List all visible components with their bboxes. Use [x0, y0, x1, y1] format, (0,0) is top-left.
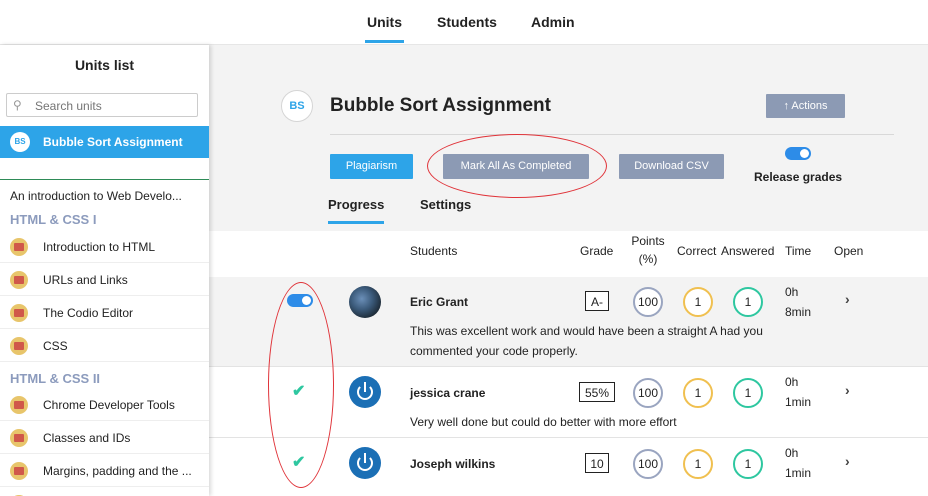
chevron-right-icon[interactable]: ›: [845, 382, 850, 398]
search-box[interactable]: ⚲: [6, 93, 198, 117]
sidebar-item-label: CSS: [43, 339, 68, 353]
top-navigation: Units Students Admin: [0, 0, 928, 45]
correct-circle: 1: [683, 449, 713, 479]
unit-badge: BS: [10, 132, 30, 152]
points-unit-label: (%): [638, 252, 658, 266]
correct-circle: 1: [683, 287, 713, 317]
search-units-input[interactable]: [33, 96, 197, 116]
sidebar-item-label: Introduction to HTML: [43, 240, 156, 254]
answered-circle: 1: [733, 287, 763, 317]
column-header-points: Points (%): [628, 234, 668, 266]
completed-toggle[interactable]: [287, 294, 313, 307]
correct-circle: 1: [683, 378, 713, 408]
unit-icon: [10, 238, 28, 256]
check-icon[interactable]: ✔: [292, 452, 305, 472]
avatar: [349, 286, 381, 318]
student-name: Joseph wilkins: [410, 457, 496, 471]
column-header-answered: Answered: [721, 244, 775, 258]
chevron-right-icon[interactable]: ›: [845, 291, 850, 307]
tab-admin[interactable]: Admin: [531, 14, 575, 30]
time-spent: 0h 8min: [785, 282, 811, 322]
table-row: [209, 438, 928, 496]
plagiarism-button[interactable]: Plagiarism: [330, 154, 413, 179]
time-spent: 0h 1min: [785, 372, 811, 412]
points-circle: 100: [633, 449, 663, 479]
tab-progress[interactable]: Progress: [328, 197, 385, 224]
avatar: [349, 376, 381, 408]
time-spent: 0h 1min: [785, 443, 811, 483]
time-hours: 0h: [785, 446, 799, 460]
time-hours: 0h: [785, 285, 799, 299]
sidebar-item-label: Chrome Developer Tools: [43, 398, 175, 412]
answered-circle: 1: [733, 449, 763, 479]
sidebar-item-label: URLs and Links: [43, 273, 128, 287]
unit-icon: [10, 337, 28, 355]
time-minutes: 1min: [785, 395, 812, 409]
sidebar-item-unit[interactable]: URLs and Links: [0, 264, 209, 296]
grade-field[interactable]: 10: [585, 453, 609, 473]
page-title: Bubble Sort Assignment: [330, 95, 551, 116]
sidebar-item-unit[interactable]: Classes and IDs: [0, 422, 209, 454]
unit-icon: [10, 429, 28, 447]
column-header-grade: Grade: [580, 244, 614, 258]
grade-comment: This was excellent work and would have b…: [410, 321, 763, 361]
divider: [330, 134, 894, 135]
points-label: Points: [631, 234, 665, 248]
sidebar-item-label: The Codio Editor: [43, 306, 134, 320]
section-title: HTML & CSS II: [10, 371, 101, 386]
actions-button[interactable]: ↑ Actions: [766, 94, 845, 118]
assignment-header: [209, 45, 928, 231]
divider: [0, 179, 209, 180]
download-csv-button[interactable]: Download CSV: [619, 154, 724, 179]
time-minutes: 1min: [785, 466, 812, 480]
student-name: jessica crane: [410, 386, 486, 400]
release-grades-toggle[interactable]: [785, 147, 811, 160]
comment-line: This was excellent work and would have b…: [410, 324, 763, 338]
unit-icon: [10, 304, 28, 322]
units-sidebar: Units list ⚲ BS Bubble Sort Assignment A…: [0, 45, 209, 496]
release-grades-label: Release grades: [754, 170, 843, 184]
time-hours: 0h: [785, 375, 799, 389]
time-minutes: 8min: [785, 305, 812, 319]
student-name: Eric Grant: [410, 295, 469, 309]
sidebar-item-unit[interactable]: [0, 488, 209, 496]
sidebar-item-unit[interactable]: CSS: [0, 330, 209, 362]
sidebar-item-current-unit[interactable]: BS Bubble Sort Assignment: [0, 126, 209, 158]
sidebar-item-label: Classes and IDs: [43, 431, 131, 445]
points-circle: 100: [633, 378, 663, 408]
unit-icon: [10, 462, 28, 480]
sidebar-item-label: Bubble Sort Assignment: [43, 135, 183, 149]
sidebar-item-unit[interactable]: Margins, padding and the ...: [0, 455, 209, 487]
grade-comment: Very well done but could do better with …: [410, 415, 677, 429]
course-title[interactable]: An introduction to Web Develo...: [10, 189, 182, 203]
mark-all-completed-button[interactable]: Mark All As Completed: [443, 154, 589, 179]
section-title: HTML & CSS I: [10, 212, 97, 227]
answered-circle: 1: [733, 378, 763, 408]
column-header-open: Open: [834, 244, 864, 258]
grade-field[interactable]: A-: [585, 291, 609, 311]
unit-icon: [10, 396, 28, 414]
sidebar-item-unit[interactable]: The Codio Editor: [0, 297, 209, 329]
sidebar-item-unit[interactable]: Introduction to HTML: [0, 231, 209, 263]
unit-icon: [10, 271, 28, 289]
chevron-right-icon[interactable]: ›: [845, 453, 850, 469]
column-header-time: Time: [785, 244, 812, 258]
sidebar-item-unit[interactable]: Chrome Developer Tools: [0, 389, 209, 421]
comment-line: commented your code properly.: [410, 344, 578, 358]
avatar: [349, 447, 381, 479]
grade-field[interactable]: 55%: [579, 382, 615, 402]
sidebar-item-label: Margins, padding and the ...: [43, 464, 192, 478]
column-header-correct: Correct: [677, 244, 717, 258]
tab-units[interactable]: Units: [365, 14, 404, 43]
tab-students[interactable]: Students: [437, 14, 497, 30]
points-circle: 100: [633, 287, 663, 317]
check-icon[interactable]: ✔: [292, 381, 305, 401]
sidebar-title: Units list: [74, 57, 135, 73]
assignment-badge: BS: [281, 90, 313, 122]
search-icon: ⚲: [13, 98, 22, 112]
column-header-students: Students: [410, 244, 458, 258]
tab-settings[interactable]: Settings: [420, 197, 471, 212]
